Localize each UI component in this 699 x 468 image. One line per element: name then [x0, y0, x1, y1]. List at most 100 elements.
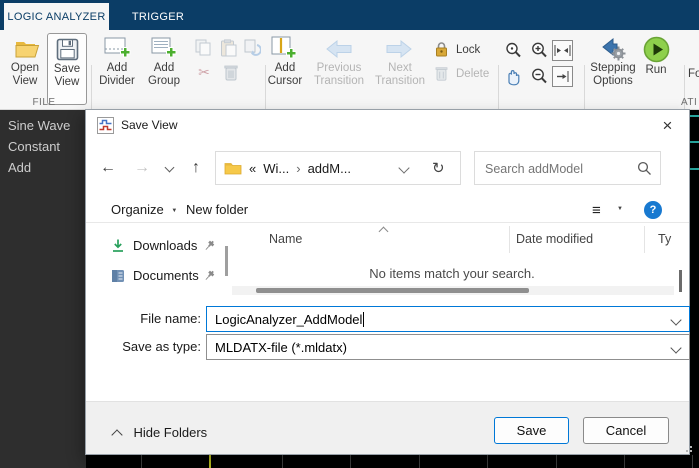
timeline-strip [0, 455, 699, 468]
breadcrumb-separator: › [296, 160, 301, 176]
resize-grip[interactable] [684, 446, 694, 456]
save-as-type-dropdown-chevron-icon[interactable] [670, 342, 682, 354]
previous-transition-label: Previous Transition [313, 62, 365, 87]
time-cursor-line[interactable] [209, 455, 211, 468]
column-divider[interactable] [644, 226, 645, 253]
stepping-options-label: Stepping Options [590, 62, 636, 87]
open-view-button[interactable] [14, 37, 40, 61]
screen: { "ribbon": { "tabs": [ { "label": "LOGI… [0, 0, 699, 468]
save-as-type-value: MLDATX-file (*.mldatx) [215, 339, 347, 355]
empty-list-message: No items match your search. [369, 266, 535, 281]
delete-label: Delete [456, 68, 490, 80]
place-item-documents[interactable]: Documents [110, 266, 225, 288]
zoom-in-time-button[interactable] [503, 40, 524, 61]
ribbon-tab-bar: LOGIC ANALYZER TRIGGER [0, 0, 699, 30]
fit-width-icon [554, 44, 571, 57]
next-transition-button [384, 38, 414, 60]
column-header-date-modified[interactable]: Date modified [516, 232, 593, 246]
recent-locations-chevron-icon[interactable] [164, 162, 175, 173]
address-bar[interactable]: « Wi... › addM... ↻ [215, 151, 461, 185]
time-gridline [692, 455, 693, 468]
paste-icon [220, 39, 237, 57]
downloads-icon [110, 238, 126, 254]
folder-icon [224, 161, 242, 175]
save-view-label: Save View [53, 63, 81, 88]
signal-row[interactable]: Constant [0, 136, 86, 157]
places-scrollbar[interactable] [225, 246, 228, 276]
signal-name-panel: Sine Wave Constant Add [0, 110, 86, 455]
search-icon[interactable] [637, 161, 652, 176]
add-divider-icon [104, 37, 131, 60]
help-icon[interactable]: ? [644, 201, 662, 219]
fit-to-view-button[interactable] [552, 40, 573, 61]
group-label-file: FILE [32, 97, 56, 108]
view-dropdown-icon[interactable]: ▼ [617, 206, 623, 212]
column-divider[interactable] [509, 226, 510, 253]
time-gridline [141, 455, 142, 468]
zoom-in-button[interactable] [529, 40, 550, 61]
stepping-options-button[interactable] [599, 36, 627, 61]
paste-button [218, 38, 238, 58]
horizontal-scrollbar-thumb[interactable] [256, 288, 529, 293]
hide-folders-button[interactable]: Hide Folders [111, 424, 207, 442]
save-as-type-label: Save as type: [122, 339, 201, 354]
run-button[interactable] [642, 36, 670, 63]
time-gridline [624, 455, 625, 468]
signal-trace [690, 168, 699, 170]
run-play-icon [643, 36, 670, 63]
undo-delete-button [242, 38, 262, 58]
time-gridline [556, 455, 557, 468]
sort-ascending-chevron-icon[interactable] [378, 226, 389, 237]
refresh-icon[interactable]: ↻ [432, 159, 445, 177]
pin-icon [203, 239, 216, 252]
file-name-input[interactable]: LogicAnalyzer_AddModel [206, 306, 690, 332]
back-icon[interactable]: ← [100, 159, 116, 177]
new-folder-button[interactable]: New folder [186, 202, 248, 217]
cancel-button[interactable]: Cancel [583, 417, 669, 444]
time-gridline [282, 455, 283, 468]
add-cursor-button[interactable] [271, 35, 299, 61]
place-label: Documents [133, 268, 199, 283]
next-transition-label: Next Transition [374, 62, 426, 87]
organize-menu[interactable]: Organize ▼ [111, 202, 177, 217]
view-list-icon[interactable]: ≡ [592, 202, 601, 219]
add-divider-button[interactable] [104, 36, 131, 60]
time-gridline [350, 455, 351, 468]
tab-trigger[interactable]: TRIGGER [128, 3, 188, 30]
close-icon[interactable]: × [646, 110, 689, 141]
save-view-dialog: Save View × ← → ↑ « Wi... › addM... ↻ Or… [85, 109, 692, 455]
place-item-downloads[interactable]: Downloads [110, 236, 225, 258]
column-header-name[interactable]: Name [269, 232, 302, 246]
copy-icon [195, 39, 212, 57]
save-button[interactable]: Save [494, 417, 569, 444]
save-view-button[interactable]: Save View [47, 33, 87, 105]
signal-row[interactable]: Add [0, 157, 86, 178]
pan-button[interactable] [503, 66, 524, 87]
add-group-icon [150, 37, 177, 60]
cut-button: ✂ [196, 63, 212, 81]
file-name-dropdown-chevron-icon[interactable] [670, 314, 682, 326]
zoom-cursor-icon [504, 41, 523, 60]
add-group-button[interactable] [150, 36, 177, 60]
breadcrumb-parent-folder[interactable]: Wi... [263, 161, 289, 176]
horizontal-scrollbar[interactable] [232, 286, 674, 295]
zoom-in-icon [530, 41, 549, 60]
open-folder-icon [15, 39, 40, 59]
waveform-strip [690, 110, 699, 468]
breadcrumb-current-folder[interactable]: addM... [308, 161, 351, 176]
column-header-type[interactable]: Ty [658, 232, 671, 246]
breadcrumb-ellipsis[interactable]: « [249, 161, 256, 176]
organize-dropdown-icon: ▼ [171, 208, 178, 214]
address-dropdown-chevron-icon[interactable] [398, 162, 410, 174]
documents-icon [110, 268, 126, 284]
zoom-out-button[interactable] [529, 66, 550, 87]
zoom-to-cursor-button[interactable] [552, 66, 573, 87]
lock-button[interactable] [432, 40, 450, 58]
up-icon[interactable]: ↑ [192, 159, 200, 177]
search-input[interactable] [483, 153, 637, 185]
tab-logic-analyzer[interactable]: LOGIC ANALYZER [4, 3, 109, 30]
save-as-type-select[interactable]: MLDATX-file (*.mldatx) [206, 334, 690, 360]
signal-row[interactable]: Sine Wave [0, 115, 86, 136]
undo-arrow-icon [243, 39, 261, 57]
list-scrollbar[interactable] [679, 270, 682, 292]
